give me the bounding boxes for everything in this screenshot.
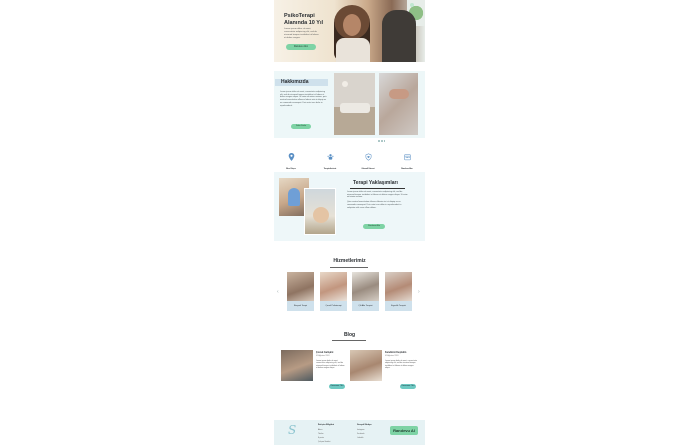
- calendar-icon: [403, 154, 411, 161]
- about-text: Lorem ipsum dolor sit amet, consectetur …: [280, 91, 327, 107]
- blog-post-excerpt: Lorem ipsum dolor sit amet, consectetur …: [316, 360, 345, 370]
- about-carousel-dots[interactable]: [378, 129, 392, 142]
- approaches-text: Lorem ipsum dolor sit amet, consectetur …: [347, 191, 409, 209]
- hero-client-figure: [382, 10, 416, 62]
- footer-contact-title: İletişim Bilgileri: [318, 424, 335, 426]
- footer-link[interactable]: Adres: [318, 429, 322, 431]
- approaches-paragraph-1: Lorem ipsum dolor sit amet, consectetur …: [347, 191, 408, 199]
- service-image: [385, 272, 412, 301]
- page: PsikoTerapi Alanında 10 Yıl Lorem ipsum …: [274, 0, 425, 445]
- footer-link[interactable]: Facebook: [357, 433, 364, 435]
- footer-link[interactable]: Çalışma Saatleri: [318, 441, 330, 443]
- approach-image-family: [304, 188, 336, 235]
- hero-text: Lorem ipsum dolor sit amet, consectetur …: [284, 28, 319, 39]
- feature-label: Güvenli Hizmet: [361, 168, 375, 170]
- about-more-button[interactable]: Daha Fazla: [291, 124, 311, 129]
- title-underline: [350, 188, 405, 189]
- about-title: Hakkımızda: [275, 79, 328, 86]
- blog-read-more-button[interactable]: Devamını Oku: [329, 384, 345, 389]
- people-icon: [326, 154, 334, 160]
- about-hands-image: [379, 73, 418, 135]
- approaches-paragraph-2: Quis nostrud exercitation ullamco labori…: [347, 201, 402, 209]
- footer-appointment-button[interactable]: Randevu Al: [390, 426, 418, 435]
- service-label: Bireysel Terapi: [287, 301, 314, 311]
- lamp-shape: [342, 81, 348, 87]
- approaches-section: Terapi Yaklaşımları Lorem ipsum dolor si…: [274, 172, 425, 241]
- title-underline: [332, 340, 366, 341]
- service-image: [352, 272, 379, 301]
- services-next-arrow[interactable]: ›: [418, 289, 420, 295]
- hero-appointment-button[interactable]: Randevu Alın: [286, 44, 316, 50]
- blog-read-more-button[interactable]: Devamını Oku: [400, 384, 416, 389]
- title-underline: [330, 267, 368, 268]
- blog-post-image[interactable]: [281, 350, 313, 381]
- services-title: Hizmetlerimiz: [333, 258, 366, 264]
- shield-heart-icon: [365, 153, 371, 161]
- feature-secure[interactable]: Güvenli Hizmet: [353, 148, 383, 170]
- brand-logo[interactable]: S: [288, 423, 304, 441]
- feature-contact[interactable]: Bize Ulaşın: [276, 148, 306, 170]
- footer-link[interactable]: E-posta: [318, 437, 324, 439]
- blog-title: Blog: [343, 332, 356, 338]
- hands-shape: [389, 89, 409, 99]
- family-figure: [313, 207, 329, 223]
- footer-social-title: Sosyal Medya: [357, 424, 372, 426]
- hero-woman-shirt: [336, 38, 370, 62]
- blog-post-image[interactable]: [350, 350, 382, 381]
- about-room-image: [334, 73, 375, 135]
- blog-post-date: 01 Ağustos 2024: [316, 355, 330, 357]
- hero-woman-face: [343, 14, 361, 36]
- service-card[interactable]: Çift Aile Terapisi: [352, 272, 379, 311]
- service-image: [320, 272, 347, 301]
- blog-post-excerpt: Lorem ipsum dolor sit amet, consectetur …: [385, 360, 417, 370]
- footer-link[interactable]: Instagram: [357, 429, 365, 431]
- footer: S İletişim Bilgileri Adres Telefon E-pos…: [274, 420, 425, 445]
- feature-label: Randevu Alın: [401, 168, 413, 170]
- blog-post-title[interactable]: Çocuk Gelişimi: [316, 351, 333, 354]
- service-label: Çocuk Psikoterapi: [320, 301, 347, 311]
- service-card[interactable]: Ergenlik Terapisi: [385, 272, 412, 311]
- feature-therapists[interactable]: Terapistlerimiz: [315, 148, 345, 170]
- sofa-shape: [340, 103, 370, 113]
- service-card[interactable]: Bireysel Terapi: [287, 272, 314, 311]
- footer-link[interactable]: LinkedIn: [357, 437, 363, 439]
- blog-post-date: 01 Ağustos 2024: [385, 355, 399, 357]
- child-figure: [288, 188, 300, 206]
- service-card[interactable]: Çocuk Psikoterapi: [320, 272, 347, 311]
- feature-label: Terapistlerimiz: [323, 168, 337, 170]
- service-label: Ergenlik Terapisi: [385, 301, 412, 311]
- approaches-appointment-button[interactable]: Randevu Alın: [363, 224, 385, 229]
- footer-link[interactable]: Telefon: [318, 433, 323, 435]
- approaches-title: Terapi Yaklaşımları: [353, 180, 398, 186]
- services-prev-arrow[interactable]: ‹: [277, 289, 279, 295]
- service-image: [287, 272, 314, 301]
- blog-post-title[interactable]: Kendinizi Keşfedin: [385, 351, 406, 354]
- location-pin-icon: [288, 153, 294, 161]
- features-row: Bize Ulaşın Terapistlerimiz Güvenli Hizm…: [274, 148, 425, 170]
- about-section: Hakkımızda Lorem ipsum dolor sit amet, c…: [274, 71, 425, 142]
- feature-appointment[interactable]: Randevu Alın: [392, 148, 422, 170]
- hero-section: PsikoTerapi Alanında 10 Yıl Lorem ipsum …: [274, 0, 425, 62]
- service-label: Çift Aile Terapisi: [352, 301, 379, 311]
- hero-slider-dot[interactable]: [410, 3, 414, 7]
- feature-label: Bize Ulaşın: [286, 168, 296, 170]
- hero-title: PsikoTerapi Alanında 10 Yıl: [284, 13, 324, 26]
